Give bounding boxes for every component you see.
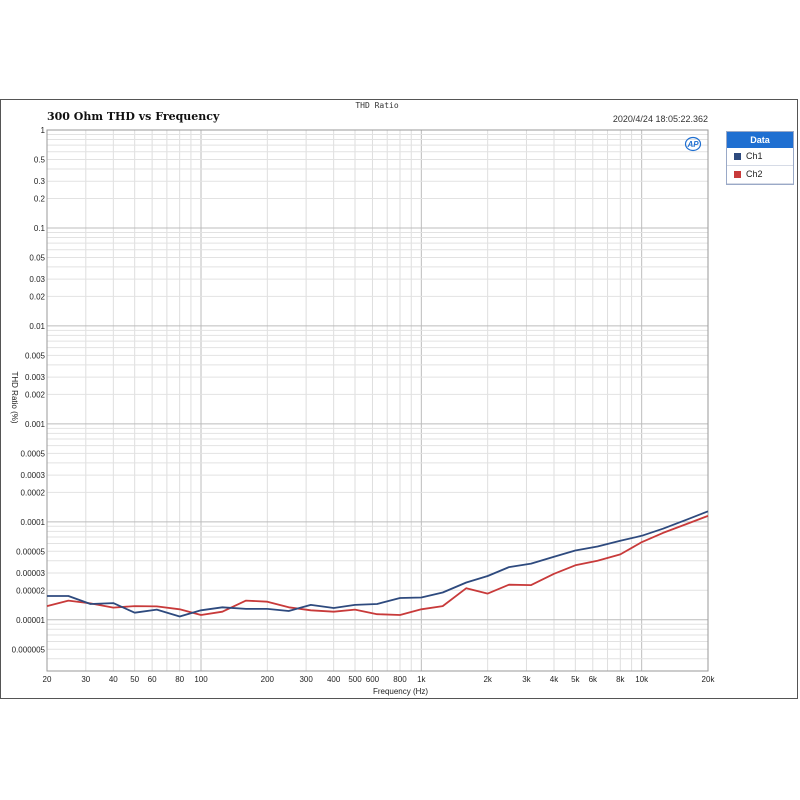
x-tick-label: 600 [366,675,380,684]
y-tick-label: 0.5 [34,155,46,164]
legend-item-ch1[interactable]: Ch1 [727,148,793,166]
y-tick-label: 0.1 [34,224,46,233]
y-tick-label: 0.0002 [21,488,46,497]
x-tick-label: 4k [550,675,559,684]
y-tick-label: 0.03 [29,275,45,284]
y-tick-label: 0.05 [29,253,45,262]
x-tick-label: 50 [130,675,139,684]
x-tick-label: 200 [261,675,275,684]
x-axis-label: Frequency (Hz) [373,687,428,696]
thd-plot: 20 30 40 50 60 80 100 200 300 400 500 600 800 1k 2k 3k 4… [10,126,716,696]
y-tick-label: 0.00003 [16,569,45,578]
x-tick-label: 400 [327,675,341,684]
x-tick-label: 6k [589,675,598,684]
x-tick-label: 8k [616,675,625,684]
x-tick-label: 20k [702,675,716,684]
y-tick-label: 0.01 [29,322,45,331]
y-tick-label: 0.001 [25,420,46,429]
x-tick-label: 800 [393,675,407,684]
legend-title: Data [727,132,793,148]
y-tick-label: 0.3 [34,177,46,186]
legend-panel: Data Ch1 Ch2 [726,131,794,185]
y-tick-label: 0.2 [34,194,46,203]
y-tick-label: 0.00001 [16,616,45,625]
y-tick-label: 0.0001 [21,518,46,527]
y-tick-label: 0.0005 [21,449,46,458]
ap-logo-text: AP [686,140,699,149]
legend-item-ch2[interactable]: Ch2 [727,166,793,184]
x-tick-label: 100 [194,675,208,684]
x-tick-label: 5k [571,675,580,684]
x-tick-label: 10k [635,675,649,684]
legend-swatch-ch2 [734,171,741,178]
x-tick-label: 80 [175,675,184,684]
legend-label-ch1: Ch1 [746,151,763,161]
y-tick-label: 0.003 [25,373,46,382]
x-tick-label: 3k [522,675,531,684]
y-tick-label: 1 [41,126,46,135]
legend-label-ch2: Ch2 [746,169,763,179]
x-tick-label: 60 [148,675,157,684]
x-tick-label: 2k [483,675,492,684]
x-tick-label: 40 [109,675,118,684]
x-tick-label: 300 [299,675,313,684]
x-tick-label: 30 [81,675,90,684]
y-tick-label: 0.002 [25,390,46,399]
y-tick-label: 0.005 [25,351,46,360]
y-tick-label: 0.0003 [21,471,46,480]
legend-swatch-ch1 [734,153,741,160]
y-tick-label: 0.02 [29,292,45,301]
y-axis-label: THD Ratio (%) [10,371,19,423]
x-tick-label: 500 [348,675,362,684]
x-tick-label: 1k [417,675,426,684]
y-tick-label: 0.000005 [12,645,46,654]
x-tick-label: 20 [43,675,52,684]
ap-logo-icon: AP [684,136,702,152]
y-tick-label: 0.00005 [16,547,45,556]
y-tick-label: 0.00002 [16,586,45,595]
